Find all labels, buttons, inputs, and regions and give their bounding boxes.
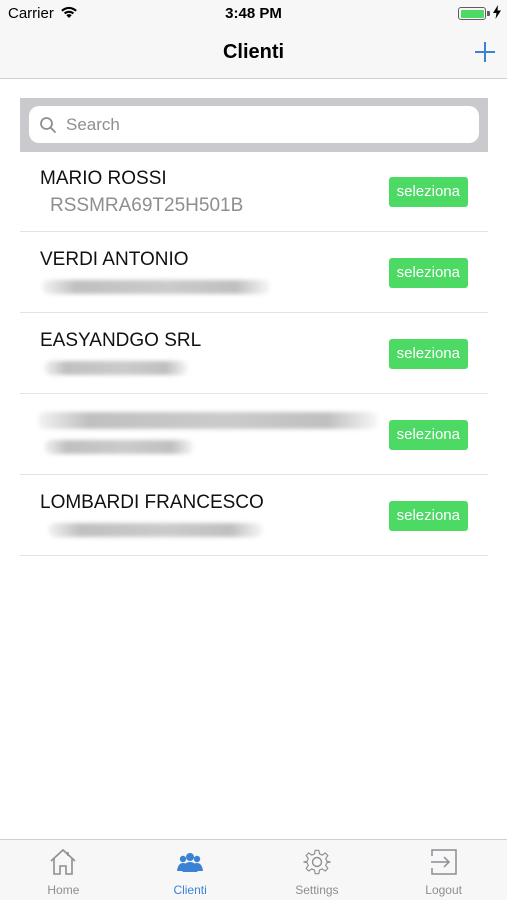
search-input[interactable]	[66, 112, 466, 138]
select-button[interactable]: seleziona	[388, 339, 468, 369]
tab-label: Logout	[425, 883, 462, 897]
page-title: Clienti	[222, 41, 285, 63]
search-bar	[20, 98, 488, 152]
client-row[interactable]: LOMBARDI FRANCESCO seleziona	[20, 475, 488, 556]
redacted-client-name	[38, 412, 378, 429]
tab-clienti[interactable]: Clienti	[127, 840, 254, 900]
client-row[interactable]: EASYANDGO SRL seleziona	[20, 313, 488, 394]
client-name: LOMBARDI FRANCESCO	[40, 492, 264, 513]
tab-label: Settings	[295, 883, 339, 897]
charging-icon	[493, 5, 501, 19]
client-tax-code: RSSMRA69T25H501B	[50, 195, 244, 216]
tab-label: Home	[47, 883, 80, 897]
client-name: VERDI ANTONIO	[40, 249, 189, 270]
client-row[interactable]: VERDI ANTONIO seleziona	[20, 232, 488, 313]
select-button[interactable]: seleziona	[388, 177, 468, 207]
tab-settings[interactable]: Settings	[254, 840, 381, 900]
tab-home[interactable]: Home	[0, 840, 127, 900]
logout-icon	[430, 849, 457, 875]
users-icon	[177, 853, 204, 872]
navigation-bar: Clienti	[0, 28, 507, 79]
client-name: EASYANDGO SRL	[40, 330, 202, 351]
tab-logout[interactable]: Logout	[380, 840, 507, 900]
redacted-tax-code	[48, 523, 263, 537]
client-row[interactable]: seleziona	[20, 394, 488, 475]
redacted-tax-code	[44, 361, 188, 375]
redacted-tax-code	[44, 440, 194, 454]
client-list: MARIO ROSSI RSSMRA69T25H501B seleziona V…	[20, 151, 488, 556]
gear-icon	[303, 849, 331, 875]
status-bar: Carrier 3:48 PM	[0, 0, 507, 28]
clock: 3:48 PM	[225, 5, 282, 22]
redacted-tax-code	[42, 280, 270, 294]
search-icon	[40, 117, 56, 133]
plus-icon[interactable]	[473, 40, 497, 64]
tab-bar: Home Clienti Settings Logout	[0, 839, 507, 900]
battery-icon	[458, 7, 486, 20]
tab-label: Clienti	[173, 883, 207, 897]
select-button[interactable]: seleziona	[388, 501, 468, 531]
battery-tip	[487, 11, 490, 16]
client-name: MARIO ROSSI	[40, 168, 167, 189]
home-icon	[50, 848, 76, 875]
select-button[interactable]: seleziona	[388, 258, 468, 288]
search-field[interactable]	[29, 106, 479, 143]
client-row[interactable]: MARIO ROSSI RSSMRA69T25H501B seleziona	[20, 151, 488, 232]
select-button[interactable]: seleziona	[388, 420, 468, 450]
